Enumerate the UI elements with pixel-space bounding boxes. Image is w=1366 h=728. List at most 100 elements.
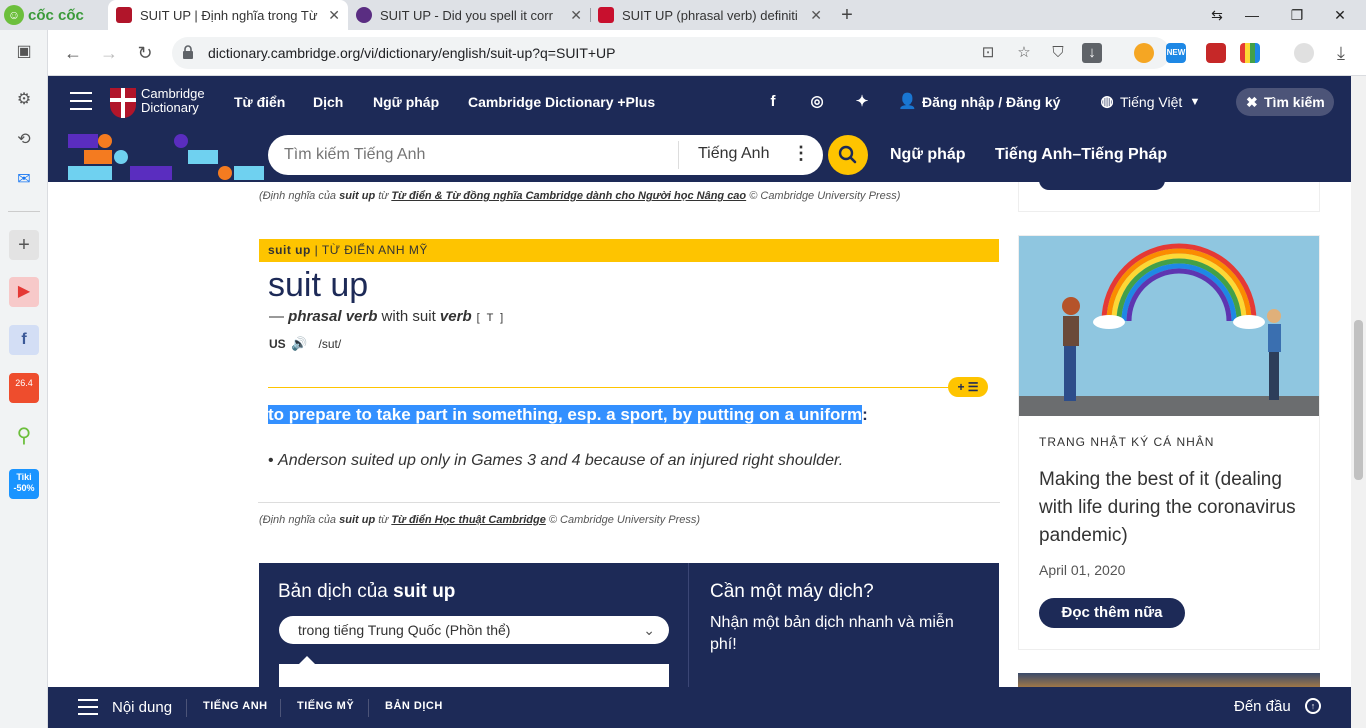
credit-source-link[interactable]: Từ điển & Từ đồng nghĩa Cambridge dành c…	[391, 190, 746, 202]
back-arrow-icon[interactable]: ←	[60, 40, 86, 66]
login-link[interactable]: Đăng nhập / Đăng ký	[922, 94, 1060, 110]
search-box: Tiếng Anh ⋮	[268, 135, 823, 175]
section-label: | TỪ ĐIỂN ANH MỸ	[310, 243, 428, 257]
part-of-speech: phrasal verb	[288, 308, 378, 325]
tab-spell[interactable]: SUIT UP - Did you spell it corr ✕	[348, 0, 590, 30]
tab-english[interactable]: TIẾNG ANH	[203, 700, 268, 712]
translation-title-prefix: Bản dịch của	[278, 581, 394, 602]
credit-word: suit up	[339, 514, 376, 526]
read-more-button[interactable]: Đọc thêm nữa	[1039, 598, 1185, 628]
search-icon	[838, 145, 857, 164]
contents-menu-icon[interactable]	[78, 699, 98, 715]
tiki-label: Tiki	[16, 472, 32, 482]
search-button[interactable]	[828, 135, 868, 175]
scrollbar-thumb[interactable]	[1354, 320, 1363, 480]
tab-cambridge-vi[interactable]: SUIT UP | Định nghĩa trong Từ ✕	[108, 0, 348, 30]
speaker-icon[interactable]: 🔊	[291, 336, 307, 351]
reload-icon[interactable]: ↻	[132, 40, 158, 66]
profile-avatar-icon[interactable]	[1294, 43, 1314, 63]
url-text: dictionary.cambridge.org/vi/dictionary/e…	[208, 45, 616, 61]
more-options-icon[interactable]: ⋮	[792, 143, 810, 164]
tab-close-icon[interactable]: ✕	[328, 7, 340, 24]
translator-text: Nhận một bản dịch nhanh và miễn phí!	[710, 614, 954, 653]
youtube-icon[interactable]: ▶	[9, 277, 39, 307]
user-icon[interactable]: 👤	[898, 93, 917, 111]
nav-plus[interactable]: Cambridge Dictionary +Plus	[468, 94, 655, 110]
credit-source-link[interactable]: Từ điển Học thuật Cambridge	[391, 514, 546, 526]
address-bar[interactable]: dictionary.cambridge.org/vi/dictionary/e…	[172, 37, 1170, 69]
language-select[interactable]: trong tiếng Trung Quốc (Phồn thể) ⌄	[279, 616, 669, 644]
cambridge-shield-icon	[110, 88, 136, 118]
close-icon: ✖	[1246, 94, 1258, 110]
cambridge-logo[interactable]: Cambridge Dictionary	[110, 86, 218, 118]
nav-grammar[interactable]: Ngữ pháp	[373, 94, 439, 110]
english-french-link[interactable]: Tiếng Anh–Tiếng Pháp	[995, 146, 1167, 164]
nav-translate[interactable]: Dịch	[313, 94, 343, 110]
facebook-icon[interactable]: f	[764, 93, 782, 111]
extension-new-icon[interactable]: NEW	[1166, 43, 1186, 63]
add-app-icon[interactable]: +	[9, 230, 39, 260]
new-tab-button[interactable]: +	[836, 4, 858, 26]
grammar-link[interactable]: Ngữ pháp	[890, 146, 966, 164]
shield-icon[interactable]: ⛉	[1048, 43, 1068, 63]
credit-word: suit up	[339, 190, 376, 202]
with-text: with suit	[377, 308, 440, 325]
forward-arrow-icon[interactable]: →	[96, 40, 122, 66]
translate-icon[interactable]: ⊡	[978, 43, 998, 63]
close-window-icon[interactable]: ✕	[1318, 0, 1362, 30]
bookmark-star-icon[interactable]: ☆	[1014, 43, 1034, 63]
shopee-icon[interactable]: 26.4	[9, 373, 39, 403]
contents-link[interactable]: Nội dung	[112, 699, 172, 716]
maximize-icon[interactable]: ❐	[1275, 0, 1319, 30]
twitter-icon[interactable]: ✦	[853, 93, 871, 111]
blog-photo[interactable]	[1019, 236, 1319, 416]
tab-american[interactable]: TIẾNG MỸ	[297, 700, 354, 712]
settings-gear-icon[interactable]: ⚙	[9, 85, 39, 115]
menu-hamburger-icon[interactable]	[70, 92, 92, 110]
downloads-icon[interactable]: ⤓	[1328, 40, 1354, 66]
search-toggle-button[interactable]: ✖ Tìm kiếm	[1236, 88, 1334, 116]
divider	[258, 502, 1000, 503]
page-scrollbar[interactable]	[1351, 76, 1366, 728]
instagram-icon[interactable]: ◎	[808, 93, 826, 111]
language-selector[interactable]: Tiếng Việt	[1120, 94, 1182, 110]
tab-close-icon[interactable]: ✕	[810, 7, 822, 24]
coccoc-brand[interactable]: ☺ cốc cốc	[4, 4, 104, 26]
tab-title: SUIT UP - Did you spell it corr	[380, 7, 553, 23]
tab-phrasal-verb[interactable]: SUIT UP (phrasal verb) definiti ✕	[590, 0, 830, 30]
coccoc-map-icon[interactable]: ⚲	[9, 421, 39, 451]
credit-mid: từ	[375, 190, 392, 202]
blog-card[interactable]: TRANG NHẬT KÝ CÁ NHÂN Making the best of…	[1018, 235, 1320, 650]
pos-line: — phrasal verb with suit verb [ T ]	[269, 308, 505, 325]
credit-prefix: (Định nghĩa của	[259, 190, 340, 202]
blog-headline[interactable]: Making the best of it (dealing with life…	[1039, 466, 1309, 550]
translation-title-word: suit up	[393, 581, 456, 602]
minimize-icon[interactable]: —	[1230, 0, 1274, 30]
tab-close-icon[interactable]: ✕	[570, 7, 582, 24]
tiki-icon[interactable]: Tiki -50%	[9, 469, 39, 499]
sidebar-divider	[8, 211, 40, 212]
arrow-up-icon[interactable]: ↑	[1305, 698, 1321, 714]
section-bar: suit up | TỪ ĐIỂN ANH MỸ	[259, 239, 999, 262]
spell-favicon-icon	[356, 7, 372, 23]
facebook-icon[interactable]: f	[9, 325, 39, 355]
definition: to prepare to take part in something, es…	[268, 405, 868, 425]
prev-card-button[interactable]	[1039, 180, 1165, 190]
add-to-list-button[interactable]: + ☰	[948, 377, 988, 397]
history-icon[interactable]: ⟲	[9, 125, 39, 155]
sidebar-toggle-icon[interactable]: ▣	[9, 37, 39, 67]
back-to-top-link[interactable]: Đến đầu	[1234, 698, 1291, 715]
credit-prefix: (Định nghĩa của	[259, 514, 340, 526]
credit-bottom: (Định nghĩa của suit up từ Từ điển Học t…	[259, 514, 700, 526]
messenger-icon[interactable]: ✉	[9, 165, 39, 195]
extension-red-icon[interactable]	[1206, 43, 1226, 63]
tab-translation[interactable]: BẢN DỊCH	[385, 700, 443, 712]
blog-date: April 01, 2020	[1039, 562, 1126, 578]
download-icon[interactable]: ↓	[1082, 43, 1102, 63]
search-input[interactable]	[284, 144, 664, 166]
nav-dictionary[interactable]: Từ điển	[234, 94, 285, 110]
extension-colors-icon[interactable]	[1240, 43, 1260, 63]
chevron-down-icon: ▼	[1189, 96, 1201, 108]
dictionary-selector[interactable]: Tiếng Anh	[698, 145, 769, 163]
extension-chrome-icon[interactable]	[1134, 43, 1154, 63]
